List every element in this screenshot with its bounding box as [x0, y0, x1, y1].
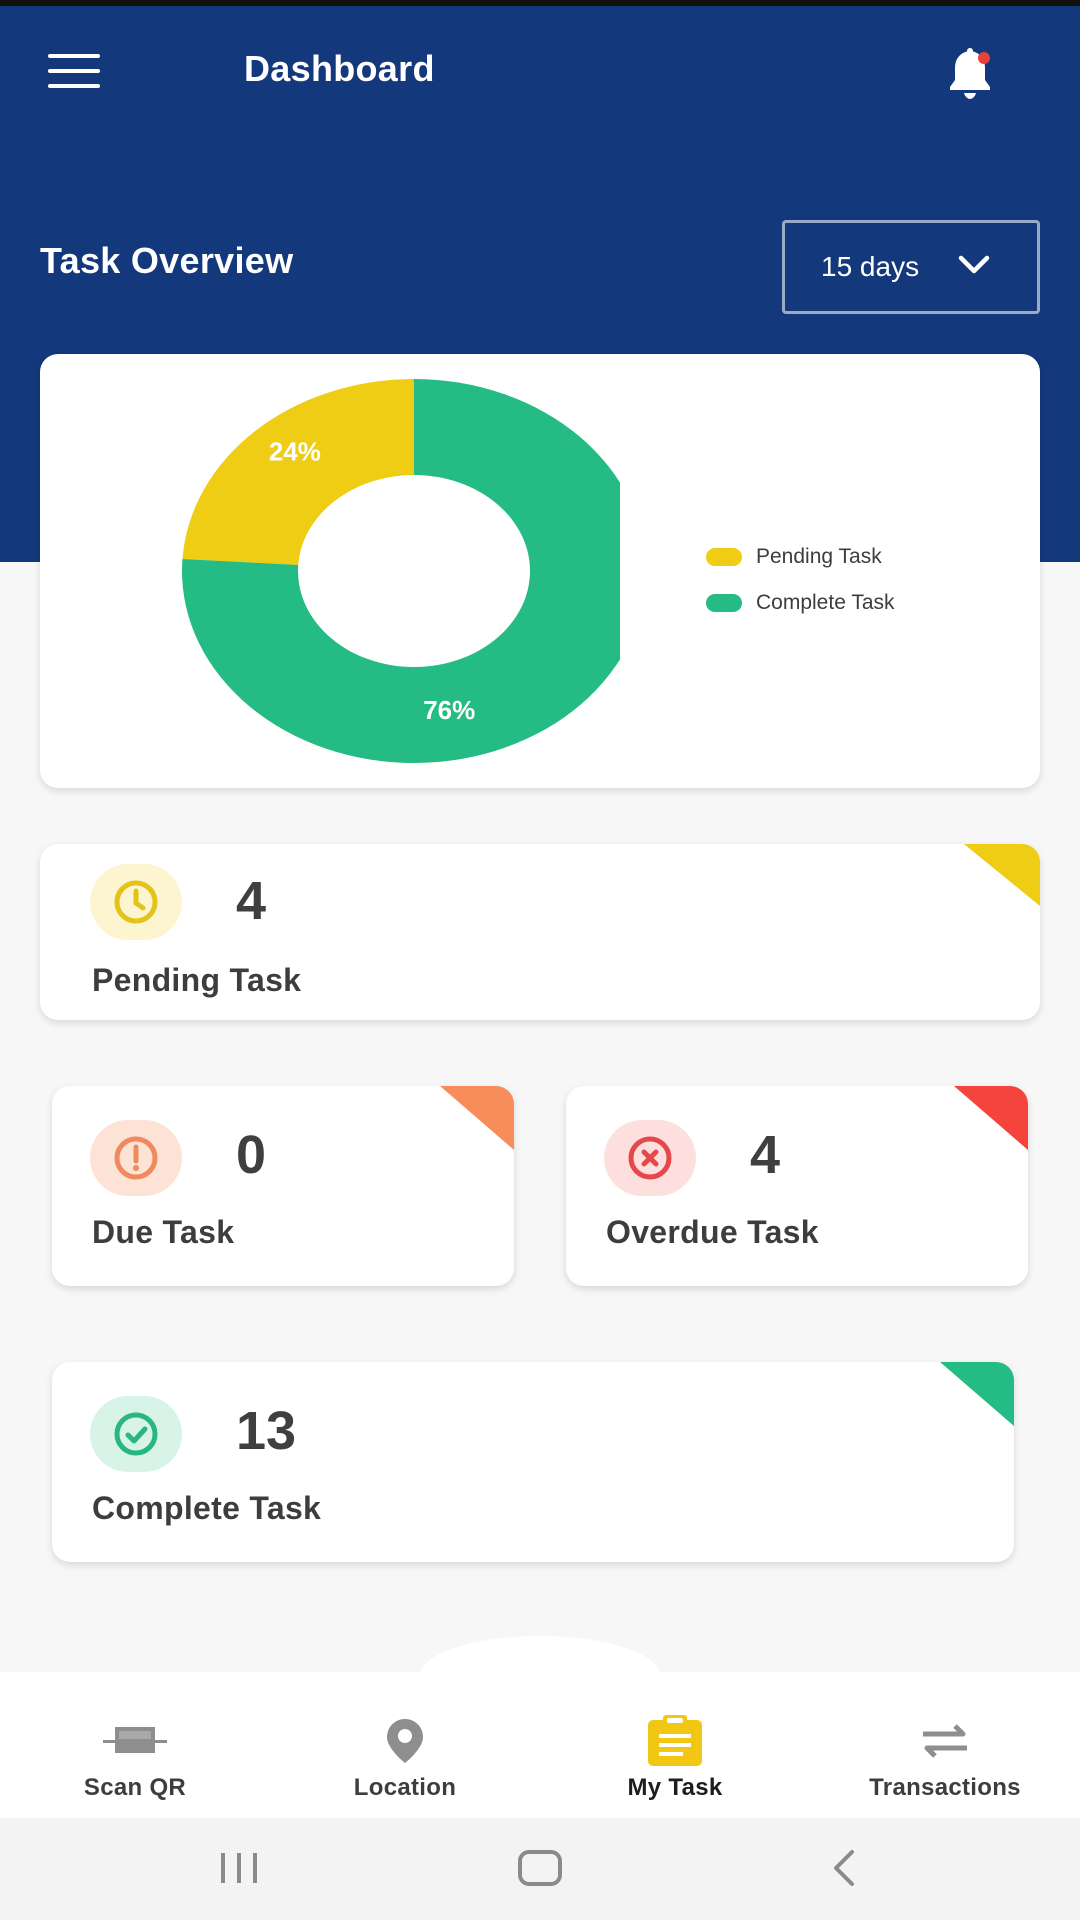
nav-item-transactions[interactable]: Transactions: [810, 1716, 1080, 1816]
complete-task-card[interactable]: 13 Complete Task: [52, 1362, 1014, 1562]
section-title: Task Overview: [40, 240, 294, 281]
home-icon[interactable]: [516, 1848, 564, 1888]
overdue-task-count: 4: [750, 1125, 781, 1185]
legend-label-complete: Complete Task: [756, 591, 895, 614]
transfer-arrows-icon: [917, 1716, 973, 1766]
notification-dot: [978, 52, 990, 64]
complete-task-label: Complete Task: [92, 1490, 322, 1526]
legend-item-complete: Complete Task: [706, 580, 895, 626]
due-task-card[interactable]: 0 Due Task: [52, 1086, 514, 1286]
chevron-down-icon: [958, 255, 990, 274]
period-dropdown-value: 15 days: [821, 251, 920, 282]
donut-label-complete: 76%: [423, 695, 475, 725]
due-corner-accent: [440, 1086, 514, 1150]
system-nav-bar: [0, 1818, 1080, 1920]
bell-icon[interactable]: [944, 44, 996, 100]
location-pin-icon: [385, 1716, 425, 1766]
overdue-task-label: Overdue Task: [606, 1214, 819, 1250]
chart-legend: Pending Task Complete Task: [706, 534, 895, 626]
donut-slice-pending: [182, 379, 414, 565]
nav-label-location: Location: [353, 1774, 457, 1801]
hamburger-menu-icon[interactable]: [48, 54, 100, 88]
x-circle-icon: [604, 1120, 696, 1196]
overdue-task-card[interactable]: 4 Overdue Task: [566, 1086, 1028, 1286]
nav-item-scan-qr[interactable]: Scan QR: [0, 1716, 270, 1816]
exclamation-circle-icon: [90, 1120, 182, 1196]
task-donut-chart: 24% 76%: [182, 379, 620, 763]
scan-qr-icon: [99, 1716, 171, 1766]
clipboard-icon: [646, 1715, 704, 1766]
legend-item-pending: Pending Task: [706, 534, 895, 580]
pending-task-label: Pending Task: [92, 962, 302, 998]
check-circle-icon: [90, 1396, 182, 1472]
back-icon[interactable]: [826, 1848, 862, 1888]
complete-task-count: 13: [236, 1401, 297, 1461]
page-title: Dashboard: [244, 48, 435, 89]
complete-corner-accent: [940, 1362, 1014, 1426]
clock-icon: [90, 864, 182, 940]
period-dropdown[interactable]: 15 days: [782, 220, 1040, 314]
due-task-label: Due Task: [92, 1214, 235, 1250]
overdue-corner-accent: [954, 1086, 1028, 1150]
legend-swatch-pending: [706, 548, 742, 566]
legend-label-pending: Pending Task: [756, 545, 882, 568]
pending-task-card[interactable]: 4 Pending Task: [40, 844, 1040, 1020]
nav-label-scan-qr: Scan QR: [83, 1774, 187, 1801]
donut-label-pending: 24%: [269, 436, 321, 466]
nav-item-location[interactable]: Location: [270, 1716, 540, 1816]
task-overview-chart-card: 24% 76% Pending Task Complete Task: [40, 354, 1040, 788]
recents-icon[interactable]: [214, 1848, 264, 1888]
pending-corner-accent: [964, 844, 1040, 906]
pending-task-count: 4: [236, 871, 267, 931]
nav-item-my-task[interactable]: My Task: [540, 1715, 810, 1816]
due-task-count: 0: [236, 1125, 267, 1185]
nav-label-my-task: My Task: [627, 1774, 723, 1801]
legend-swatch-complete: [706, 594, 742, 612]
nav-label-transactions: Transactions: [869, 1774, 1021, 1801]
